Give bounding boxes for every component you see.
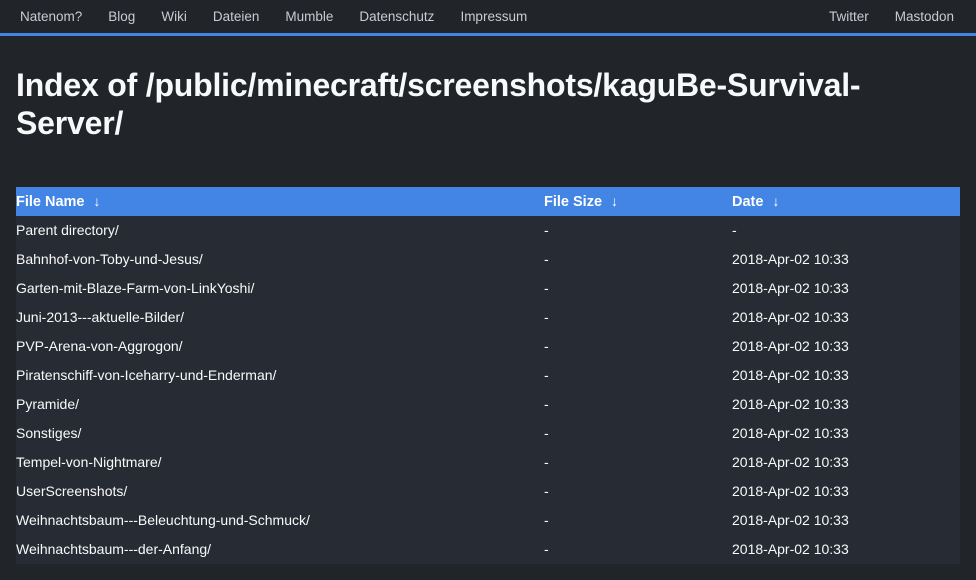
column-header-date-label: Date xyxy=(732,193,764,210)
cell-file-name: Garten-mit-Blaze-Farm-von-LinkYoshi/ xyxy=(16,274,544,303)
cell-date: 2018-Apr-02 10:33 xyxy=(732,279,849,296)
cell-date: 2018-Apr-02 10:33 xyxy=(732,308,849,325)
cell-file-name: Tempel-von-Nightmare/ xyxy=(16,448,544,477)
column-header-file-name-label: File Name xyxy=(16,193,85,210)
table-row: Tempel-von-Nightmare/ - 2018-Apr-02 10:33 xyxy=(16,447,960,477)
table-row: Sonstiges/ - 2018-Apr-02 10:33 xyxy=(16,418,960,448)
cell-date: 2018-Apr-02 10:33 xyxy=(732,250,849,267)
cell-date: 2018-Apr-02 10:33 xyxy=(732,337,849,354)
directory-link[interactable]: Pyramide/ xyxy=(16,396,79,412)
table-head: File Name ↓ File Size ↓ Date ↓ xyxy=(16,186,960,216)
cell-file-size: - xyxy=(544,308,549,325)
cell-date: 2018-Apr-02 10:33 xyxy=(732,395,849,412)
table-row: Juni-2013---aktuelle-Bilder/ - 2018-Apr-02… xyxy=(16,302,960,332)
cell-file-name: PVP-Arena-von-Aggrogon/ xyxy=(16,332,544,361)
column-header-date[interactable]: Date ↓ xyxy=(732,186,960,216)
sort-descending-icon[interactable]: ↓ xyxy=(94,193,101,209)
cell-date: 2018-Apr-02 10:33 xyxy=(732,453,849,470)
cell-date: 2018-Apr-02 10:33 xyxy=(732,366,849,383)
table-row: Weihnachtsbaum---der-Anfang/ - 2018-Apr-02… xyxy=(16,534,960,564)
directory-listing-table: File Name ↓ File Size ↓ Date ↓ Parent di… xyxy=(16,186,960,564)
column-header-file-size-label: File Size xyxy=(544,193,603,210)
cell-file-name: Weihnachtsbaum---Beleuchtung-und-Schmuck… xyxy=(16,506,544,535)
directory-link[interactable]: UserScreenshots/ xyxy=(16,483,127,499)
cell-date: - xyxy=(732,221,737,238)
page-title: Index of /public/minecraft/screenshots/k… xyxy=(16,67,861,141)
table-row: UserScreenshots/ - 2018-Apr-02 10:33 xyxy=(16,476,960,506)
cell-file-size: - xyxy=(544,250,549,267)
cell-file-size: - xyxy=(544,511,549,528)
cell-file-size: - xyxy=(544,540,549,557)
cell-file-size: - xyxy=(544,337,549,354)
nav-item-datenschutz[interactable]: Datenschutz xyxy=(346,0,447,33)
nav-item-natenom[interactable]: Natenom? xyxy=(14,0,95,33)
cell-file-name: Sonstiges/ xyxy=(16,419,544,448)
column-header-file-name[interactable]: File Name ↓ xyxy=(16,186,544,216)
nav-left-group: Natenom? Blog Wiki Dateien Mumble Datenschutz… xyxy=(14,0,540,33)
nav-item-dateien[interactable]: Dateien xyxy=(200,0,273,33)
cell-file-size: - xyxy=(544,395,549,412)
nav-right-group: Twitter Mastodon xyxy=(816,0,962,33)
parent-directory-link[interactable]: Parent directory/ xyxy=(16,222,119,238)
column-header-file-size[interactable]: File Size ↓ xyxy=(544,186,732,216)
directory-link[interactable]: Bahnhof-von-Toby-und-Jesus/ xyxy=(16,251,203,267)
cell-file-name: Bahnhof-von-Toby-und-Jesus/ xyxy=(16,245,544,274)
nav-item-twitter[interactable]: Twitter xyxy=(816,0,882,33)
sort-descending-icon[interactable]: ↓ xyxy=(611,193,618,209)
directory-link[interactable]: Juni-2013---aktuelle-Bilder/ xyxy=(16,309,184,325)
cell-date: 2018-Apr-02 10:33 xyxy=(732,424,849,441)
directory-link[interactable]: Piratenschiff-von-Iceharry-und-Enderman/ xyxy=(16,367,276,383)
top-navigation-bar: Natenom? Blog Wiki Dateien Mumble Datenschutz… xyxy=(0,0,976,36)
table-body: Parent directory/- - Bahnhof-von-Toby-und-… xyxy=(16,215,960,564)
table-row: Garten-mit-Blaze-Farm-von-LinkYoshi/ - 201… xyxy=(16,273,960,303)
nav-item-impressum[interactable]: Impressum xyxy=(447,0,540,33)
cell-date: 2018-Apr-02 10:33 xyxy=(732,482,849,499)
cell-file-name: Juni-2013---aktuelle-Bilder/ xyxy=(16,303,544,332)
cell-file-name: UserScreenshots/ xyxy=(16,477,544,506)
directory-link[interactable]: Weihnachtsbaum---Beleuchtung-und-Schmuck… xyxy=(16,512,310,528)
cell-file-size: - xyxy=(544,424,549,441)
nav-item-mumble[interactable]: Mumble xyxy=(272,0,346,33)
cell-file-size: - xyxy=(544,453,549,470)
cell-file-size: - xyxy=(544,221,549,238)
cell-file-name: Piratenschiff-von-Iceharry-und-Enderman/ xyxy=(16,361,544,390)
cell-date: 2018-Apr-02 10:33 xyxy=(732,511,849,528)
directory-link[interactable]: PVP-Arena-von-Aggrogon/ xyxy=(16,338,183,354)
directory-link[interactable]: Weihnachtsbaum---der-Anfang/ xyxy=(16,541,211,557)
cell-date: 2018-Apr-02 10:33 xyxy=(732,540,849,557)
table-row: Weihnachtsbaum---Beleuchtung-und-Schmuck… xyxy=(16,505,960,535)
nav-item-wiki[interactable]: Wiki xyxy=(148,0,200,33)
directory-link[interactable]: Tempel-von-Nightmare/ xyxy=(16,454,162,470)
table-row: Bahnhof-von-Toby-und-Jesus/ - 2018-Apr-02 … xyxy=(16,244,960,274)
table-row: PVP-Arena-von-Aggrogon/ - 2018-Apr-02 10:3… xyxy=(16,331,960,361)
sort-descending-icon[interactable]: ↓ xyxy=(772,193,779,209)
nav-item-blog[interactable]: Blog xyxy=(95,0,148,33)
table-row: Parent directory/ - - xyxy=(16,215,960,245)
cell-file-name: Parent directory/ xyxy=(16,216,544,245)
directory-link[interactable]: Sonstiges/ xyxy=(16,425,81,441)
cell-file-size: - xyxy=(544,366,549,383)
main-content: Index of /public/minecraft/screenshots/k… xyxy=(0,67,976,564)
table-row: Piratenschiff-von-Iceharry-und-Enderman/… xyxy=(16,360,960,390)
cell-file-name: Weihnachtsbaum---der-Anfang/ xyxy=(16,535,544,564)
directory-listing-container: File Name ↓ File Size ↓ Date ↓ Parent di… xyxy=(16,186,960,564)
nav-item-mastodon[interactable]: Mastodon xyxy=(882,0,962,33)
table-header-row: File Name ↓ File Size ↓ Date ↓ xyxy=(16,186,960,216)
directory-link[interactable]: Garten-mit-Blaze-Farm-von-LinkYoshi/ xyxy=(16,280,254,296)
table-row: Pyramide/ - 2018-Apr-02 10:33 xyxy=(16,389,960,419)
cell-file-name: Pyramide/ xyxy=(16,390,544,419)
cell-file-size: - xyxy=(544,279,549,296)
cell-file-size: - xyxy=(544,482,549,499)
